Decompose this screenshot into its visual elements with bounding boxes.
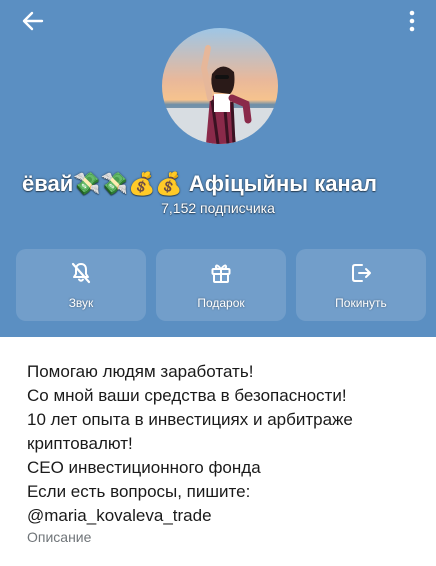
- channel-description: Помогаю людям заработать! Со мной ваши с…: [27, 360, 427, 528]
- leave-label: Покинуть: [335, 296, 387, 310]
- description-line: Помогаю людям заработать!: [27, 362, 254, 381]
- mute-label: Звук: [68, 296, 94, 310]
- gift-label: Подарок: [197, 296, 245, 310]
- more-menu-button[interactable]: [402, 6, 422, 36]
- more-vertical-icon: [409, 10, 415, 32]
- gift-icon: [208, 260, 234, 286]
- gift-button[interactable]: Подарок: [156, 249, 286, 321]
- description-line: Если есть вопросы, пишите:: [27, 482, 251, 501]
- username-link[interactable]: @maria_kovaleva_trade: [27, 504, 427, 528]
- arrow-left-icon: [22, 11, 44, 31]
- description-line: 10 лет опыта в инвестициях и арбитраже: [27, 410, 353, 429]
- description-label: Описание: [27, 529, 92, 545]
- bell-muted-icon: [68, 260, 94, 286]
- avatar-photo: [162, 28, 278, 144]
- mute-button[interactable]: Звук: [16, 249, 146, 321]
- description-line: СЕО инвестиционного фонда: [27, 458, 261, 477]
- channel-avatar[interactable]: [162, 28, 278, 144]
- subscriber-count: 7,152 подписчика: [161, 200, 275, 216]
- channel-header: ёвай💸💸💰💰 Афіцыйны канал 7,152 подписчика…: [0, 0, 436, 337]
- description-line: Со мной ваши средства в безопасности!: [27, 386, 347, 405]
- channel-title: ёвай💸💸💰💰 Афіцыйны канал: [22, 171, 377, 196]
- back-button[interactable]: [18, 6, 48, 36]
- channel-info: Помогаю людям заработать! Со мной ваши с…: [0, 337, 436, 566]
- leave-button[interactable]: Покинуть: [296, 249, 426, 321]
- action-bar: Звук Подарок Покинуть: [16, 249, 426, 321]
- description-line: криптовалют!: [27, 434, 133, 453]
- leave-icon: [348, 260, 374, 286]
